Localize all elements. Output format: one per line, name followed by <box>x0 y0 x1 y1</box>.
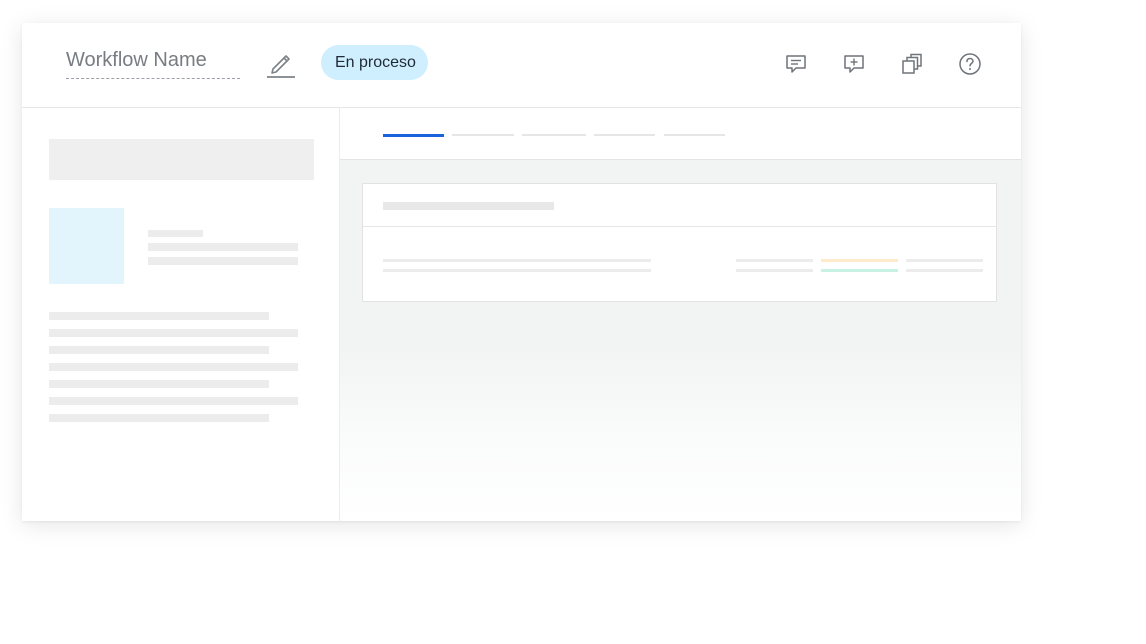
sidebar-title-placeholder <box>49 139 314 180</box>
help-button[interactable] <box>958 52 982 76</box>
text-line-placeholder <box>49 397 298 405</box>
content-card <box>362 183 997 302</box>
text-line-placeholder <box>49 312 269 320</box>
text-line-placeholder <box>49 346 269 354</box>
tab-4[interactable] <box>594 134 655 136</box>
sidebar-panel <box>22 108 340 521</box>
text-line-placeholder <box>49 363 298 371</box>
text-line-placeholder <box>49 380 269 388</box>
workflow-name-field[interactable]: Workflow Name <box>66 47 240 79</box>
tab-3[interactable] <box>522 134 586 136</box>
pencil-icon <box>267 55 295 78</box>
main-panel <box>340 108 1021 521</box>
comments-button[interactable] <box>784 52 808 76</box>
card-divider <box>363 226 996 227</box>
add-comment-icon <box>844 55 864 73</box>
header-bar: Workflow Name En proceso <box>22 23 1021 108</box>
tab-2[interactable] <box>452 134 514 136</box>
workflow-window: Workflow Name En proceso <box>22 23 1021 521</box>
add-comment-button[interactable] <box>842 52 866 76</box>
thumbnail-placeholder <box>49 208 124 284</box>
tabs-bar <box>340 108 1021 160</box>
row-text-placeholder <box>383 259 651 262</box>
row-highlight-orange <box>821 259 898 262</box>
text-line-placeholder <box>148 243 298 251</box>
tab-1[interactable] <box>383 134 444 137</box>
row-value-placeholder <box>736 259 813 262</box>
status-badge: En proceso <box>321 45 428 80</box>
card-title-placeholder <box>383 202 554 210</box>
row-value-placeholder <box>736 269 813 272</box>
text-line-placeholder <box>49 329 298 337</box>
text-line-placeholder <box>148 257 298 265</box>
text-line-placeholder <box>49 414 269 422</box>
text-line-placeholder <box>148 230 203 237</box>
copy-button[interactable] <box>900 52 924 76</box>
row-value-placeholder <box>906 269 983 272</box>
edit-name-button[interactable] <box>264 47 298 79</box>
row-highlight-green <box>821 269 898 272</box>
help-icon <box>959 53 981 75</box>
tab-5[interactable] <box>664 134 725 136</box>
row-text-placeholder <box>383 269 651 272</box>
row-value-placeholder <box>906 259 983 262</box>
copy-icon <box>902 53 922 74</box>
comment-icon <box>786 55 806 73</box>
